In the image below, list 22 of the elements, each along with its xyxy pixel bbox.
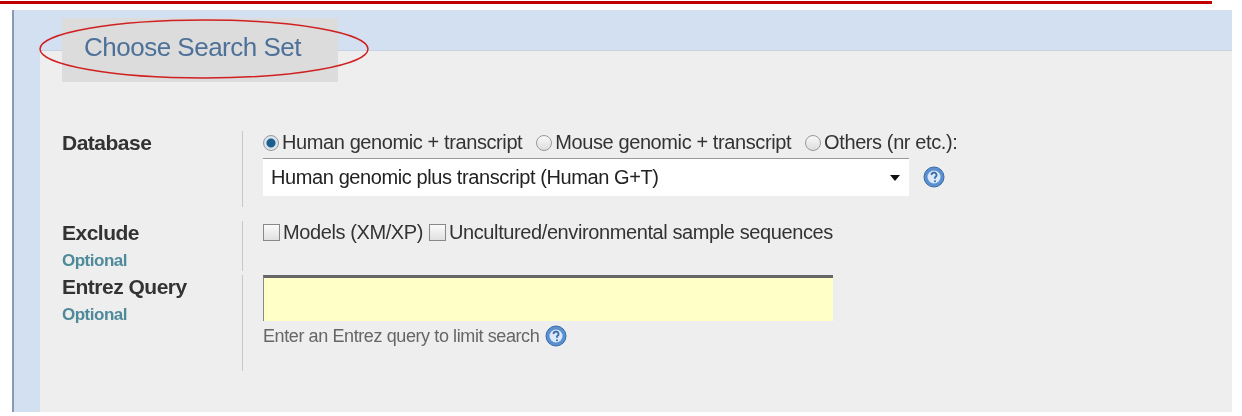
database-radio-option[interactable]: Mouse genomic + transcript xyxy=(536,131,792,154)
section-title: Choose Search Set xyxy=(84,32,301,62)
optional-note: Optional xyxy=(62,251,128,271)
field-label: Entrez Query xyxy=(62,275,188,299)
exclude-checkbox-option[interactable]: Models (XM/XP) xyxy=(263,221,423,244)
database-radio-option[interactable]: Human genomic + transcript xyxy=(263,131,523,154)
optional-note: Optional xyxy=(62,305,128,325)
field-label: Database xyxy=(62,131,153,155)
radio-icon[interactable] xyxy=(805,134,822,151)
exclude-checkbox-option[interactable]: Uncultured/environmental sample sequences xyxy=(429,221,833,244)
help-text: Enter an Entrez query to limit search xyxy=(263,325,540,347)
field-label: Exclude xyxy=(62,221,141,245)
help-icon[interactable] xyxy=(545,325,568,347)
help-icon[interactable] xyxy=(923,166,945,188)
checkbox[interactable] xyxy=(263,224,280,241)
radio-icon[interactable] xyxy=(536,134,553,151)
checkbox[interactable] xyxy=(429,224,446,241)
database-radio-option[interactable]: Others (nr etc.): xyxy=(805,131,958,154)
caret-icon xyxy=(889,173,901,182)
radio-icon[interactable] xyxy=(263,134,279,151)
entrez-query-input[interactable] xyxy=(263,275,833,321)
database-select[interactable]: Human genomic plus transcript (Human G+T) xyxy=(263,158,909,196)
